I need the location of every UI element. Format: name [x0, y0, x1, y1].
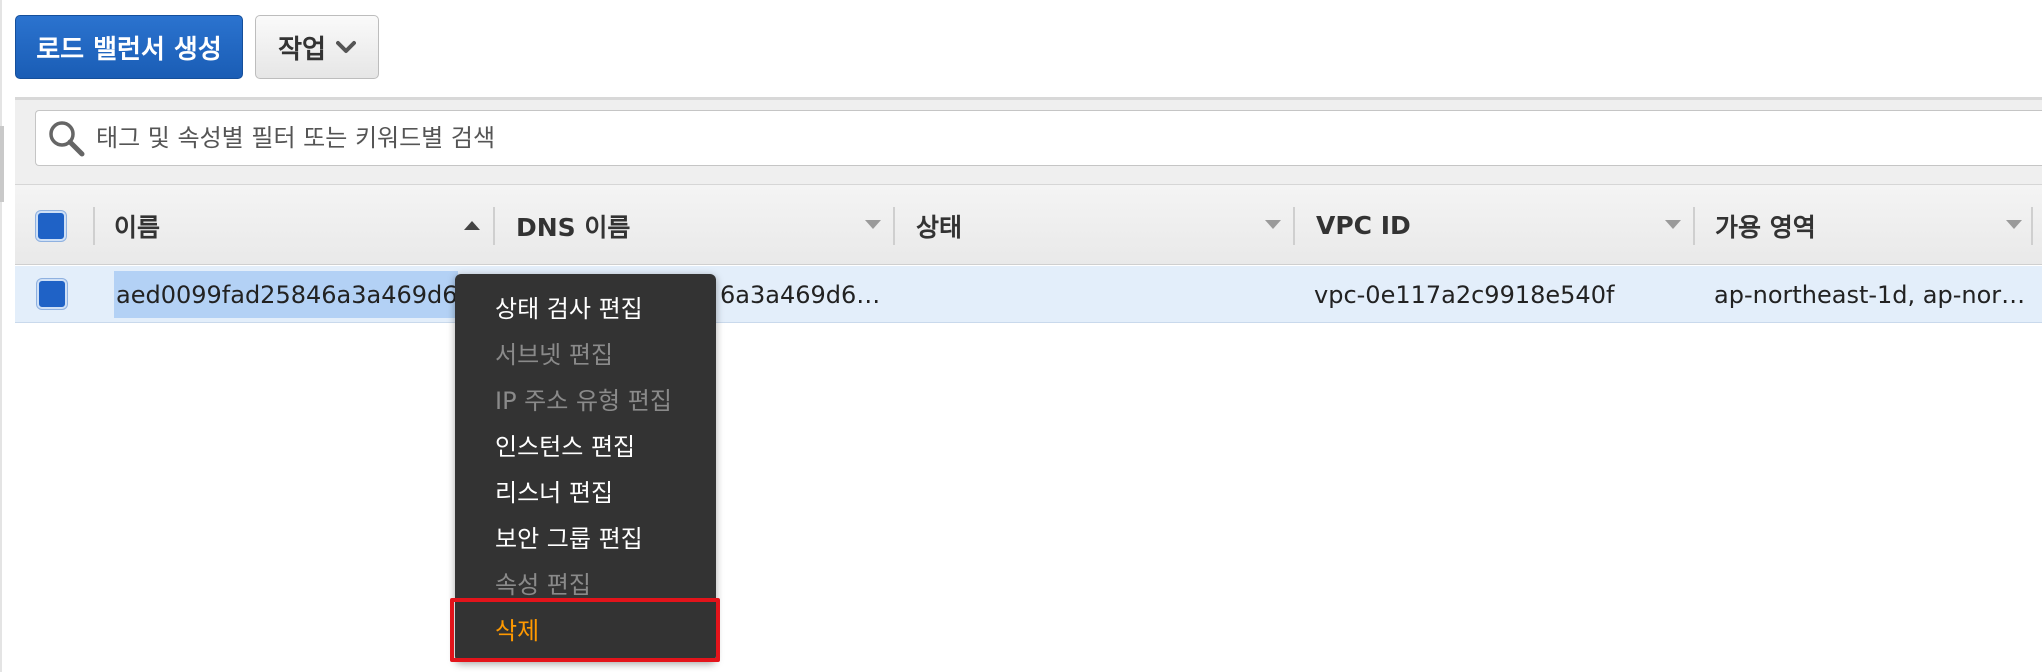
- row-vpc-id-text: vpc-0e117a2c9918e540f: [1314, 280, 1615, 309]
- search-icon: [49, 121, 85, 157]
- search-input[interactable]: [94, 123, 1894, 153]
- sort-dropdown-icon[interactable]: [864, 219, 882, 231]
- menu-item-edit-security-groups[interactable]: 보안 그룹 편집: [455, 514, 716, 558]
- row-availability-zones-text: ap-northeast-1d, ap-nor…: [1714, 280, 2026, 309]
- table-header: 이름 DNS 이름 상태 VPC ID 가용 영역: [15, 184, 2042, 265]
- row-dns-name-text: 6a3a469d6…: [720, 280, 881, 309]
- load-balancer-console: 로드 밸런서 생성 작업 이름 DNS 이름 상태: [0, 0, 2042, 672]
- menu-item-edit-instances[interactable]: 인스턴스 편집: [455, 422, 716, 466]
- column-separator: [1293, 207, 1295, 245]
- actions-button-label: 작업: [278, 34, 326, 65]
- left-edge-divider: [0, 0, 2, 672]
- menu-item-edit-listeners[interactable]: 리스너 편집: [455, 468, 716, 512]
- column-header-name[interactable]: 이름: [114, 185, 394, 266]
- row-dns-name-cell: 6a3a469d6…: [720, 266, 900, 323]
- row-name-cell[interactable]: aed0099fad25846a3a469d6…: [114, 266, 458, 323]
- menu-item-edit-health-check[interactable]: 상태 검사 편집: [455, 284, 716, 328]
- column-header-vpc-id-label: VPC ID: [1316, 211, 1411, 240]
- chevron-down-icon: [335, 41, 356, 53]
- sort-dropdown-icon[interactable]: [1664, 219, 1682, 231]
- column-header-dns-name-label: DNS 이름: [516, 212, 631, 242]
- column-separator: [1693, 207, 1695, 245]
- menu-item-edit-ip-address-type: IP 주소 유형 편집: [495, 386, 672, 415]
- select-all-checkbox[interactable]: [36, 211, 66, 241]
- column-header-vpc-id[interactable]: VPC ID: [1316, 185, 1596, 266]
- row-checkbox[interactable]: [37, 279, 67, 309]
- column-separator: [2031, 207, 2033, 245]
- column-header-state[interactable]: 상태: [916, 185, 1196, 266]
- row-name-text: aed0099fad25846a3a469d6…: [114, 271, 458, 318]
- column-header-availability-zones-label: 가용 영역: [1715, 212, 1816, 242]
- actions-dropdown-button[interactable]: 작업: [255, 15, 379, 79]
- column-separator: [493, 207, 495, 245]
- column-separator: [93, 207, 95, 245]
- row-state-cell: [916, 266, 1276, 323]
- sort-dropdown-icon[interactable]: [1264, 219, 1282, 231]
- menu-item-edit-subnets: 서브넷 편집: [495, 340, 614, 369]
- search-bar[interactable]: [35, 110, 2042, 166]
- column-header-dns-name[interactable]: DNS 이름: [516, 185, 796, 266]
- sort-ascending-icon[interactable]: [463, 219, 481, 231]
- left-edge-marker: [0, 126, 4, 202]
- column-header-name-label: 이름: [114, 212, 161, 242]
- sort-dropdown-icon[interactable]: [2005, 219, 2023, 231]
- delete-highlight-outline: [450, 598, 720, 662]
- row-vpc-id-cell: vpc-0e117a2c9918e540f: [1314, 266, 1694, 323]
- column-header-state-label: 상태: [916, 212, 963, 242]
- row-availability-zones-cell: ap-northeast-1d, ap-nor…: [1714, 266, 2042, 323]
- table-row[interactable]: aed0099fad25846a3a469d6… 6a3a469d6… vpc-…: [15, 266, 2042, 323]
- column-separator: [893, 207, 895, 245]
- column-header-availability-zones[interactable]: 가용 영역: [1715, 185, 1995, 266]
- create-load-balancer-button[interactable]: 로드 밸런서 생성: [15, 15, 243, 79]
